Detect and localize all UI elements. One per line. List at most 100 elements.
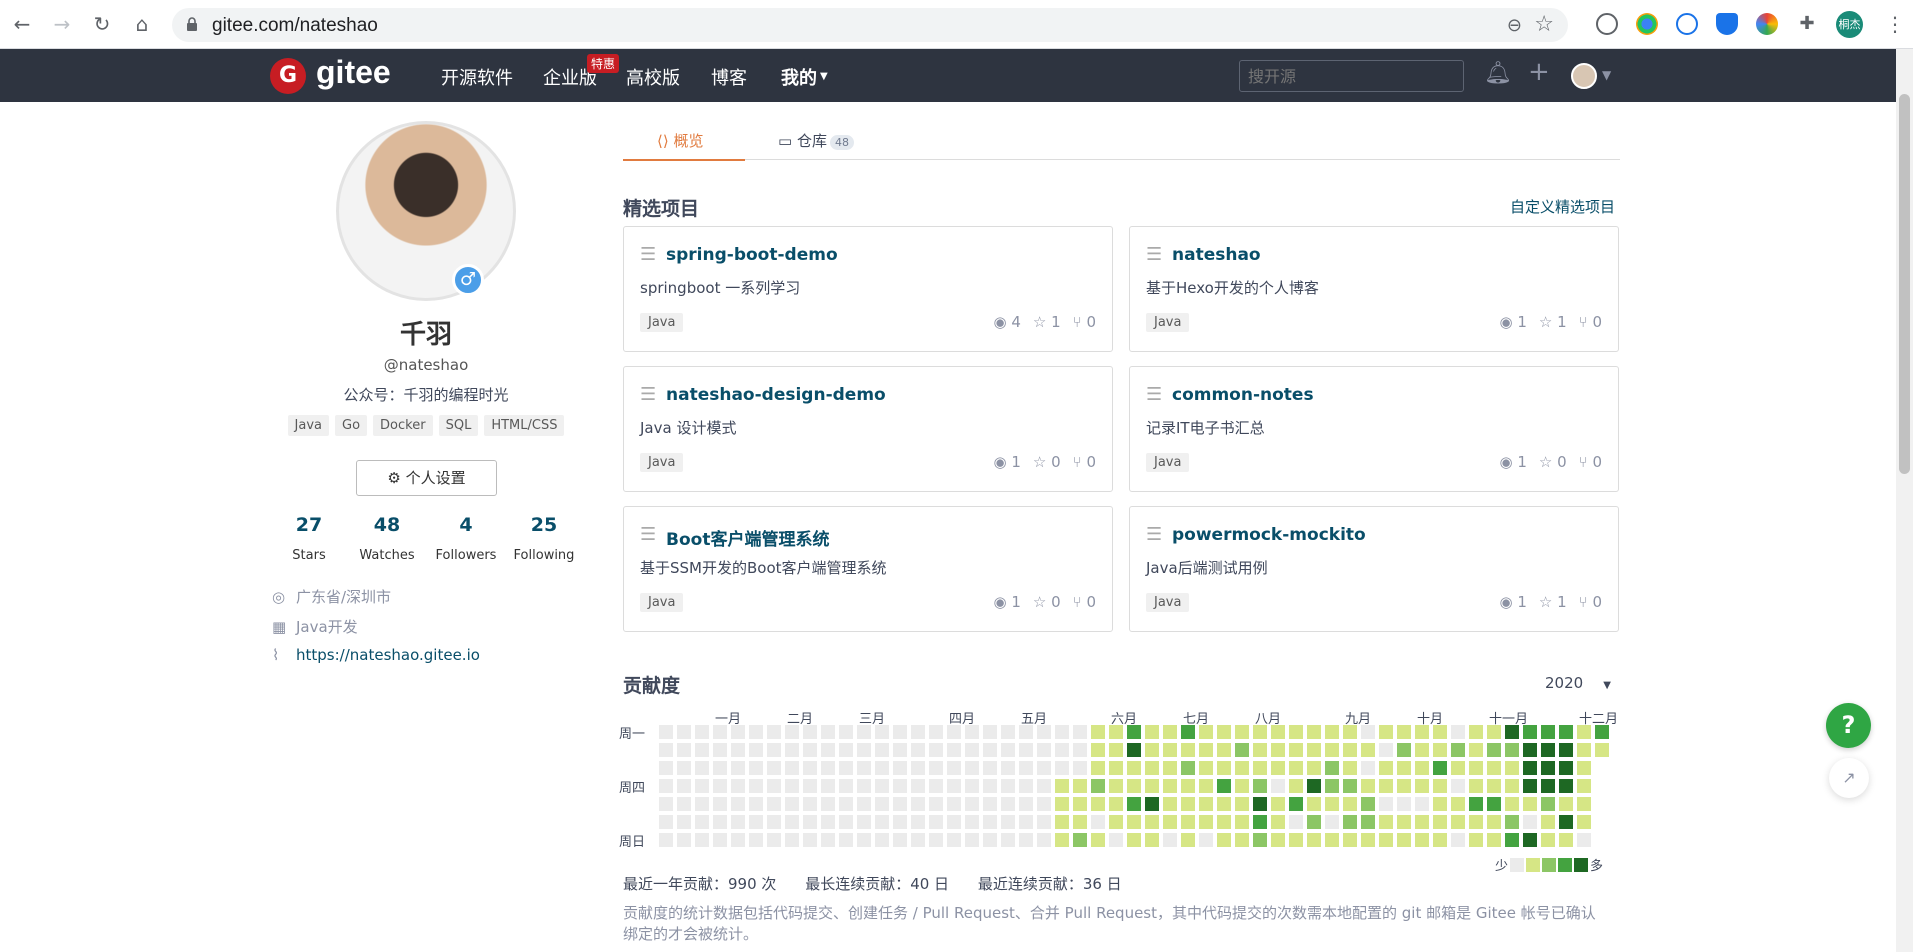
- heatmap-cell[interactable]: [1559, 779, 1573, 793]
- heatmap-cell[interactable]: [677, 779, 691, 793]
- heatmap-cell[interactable]: [1037, 725, 1051, 739]
- bell-icon[interactable]: 🔔︎: [1484, 61, 1512, 86]
- heatmap-cell[interactable]: [821, 761, 835, 775]
- heatmap-cell[interactable]: [893, 797, 907, 811]
- heatmap-cell[interactable]: [1397, 797, 1411, 811]
- heatmap-cell[interactable]: [839, 797, 853, 811]
- extensions-puzzle-icon[interactable]: ✚: [1796, 13, 1818, 35]
- heatmap-cell[interactable]: [965, 761, 979, 775]
- heatmap-cell[interactable]: [1001, 725, 1015, 739]
- nav-education[interactable]: 高校版: [626, 64, 680, 90]
- heatmap-cell[interactable]: [1019, 761, 1033, 775]
- heatmap-cell[interactable]: [1253, 761, 1267, 775]
- heatmap-cell[interactable]: [803, 725, 817, 739]
- project-card[interactable]: ☰ nateshao-design-demo Java 设计模式 Java ◉ 1 ☆ 0…: [623, 366, 1113, 492]
- heatmap-cell[interactable]: [1055, 779, 1069, 793]
- heatmap-cell[interactable]: [1217, 833, 1231, 847]
- heatmap-cell[interactable]: [1217, 779, 1231, 793]
- heatmap-cell[interactable]: [1073, 761, 1087, 775]
- heatmap-cell[interactable]: [1109, 797, 1123, 811]
- scrollbar-thumb[interactable]: [1899, 94, 1910, 474]
- heatmap-cell[interactable]: [1127, 725, 1141, 739]
- reload-icon[interactable]: ↻: [90, 12, 114, 36]
- heatmap-cell[interactable]: [1289, 833, 1303, 847]
- heatmap-cell[interactable]: [1343, 725, 1357, 739]
- heatmap-cell[interactable]: [1307, 743, 1321, 757]
- heatmap-cell[interactable]: [1379, 725, 1393, 739]
- heatmap-cell[interactable]: [1145, 815, 1159, 829]
- project-card[interactable]: ☰ spring-boot-demo springboot 一系列学习 Java ◉ 4…: [623, 226, 1113, 352]
- heatmap-cell[interactable]: [1379, 797, 1393, 811]
- heatmap-cell[interactable]: [1163, 725, 1177, 739]
- heatmap-cell[interactable]: [749, 761, 763, 775]
- heatmap-cell[interactable]: [1361, 761, 1375, 775]
- heatmap-cell[interactable]: [1361, 833, 1375, 847]
- heatmap-cell[interactable]: [1253, 797, 1267, 811]
- heatmap-cell[interactable]: [1145, 725, 1159, 739]
- heatmap-cell[interactable]: [875, 815, 889, 829]
- heatmap-cell[interactable]: [1307, 815, 1321, 829]
- heatmap-cell[interactable]: [1217, 725, 1231, 739]
- heatmap-cell[interactable]: [821, 833, 835, 847]
- heatmap-cell[interactable]: [1181, 725, 1195, 739]
- heatmap-cell[interactable]: [659, 779, 673, 793]
- nav-blog[interactable]: 博客: [711, 64, 747, 90]
- heatmap-cell[interactable]: [911, 779, 925, 793]
- heatmap-cell[interactable]: [1577, 833, 1591, 847]
- heatmap-cell[interactable]: [1001, 797, 1015, 811]
- website-link[interactable]: https://nateshao.gitee.io: [296, 646, 480, 664]
- heatmap-cell[interactable]: [695, 833, 709, 847]
- heatmap-cell[interactable]: [1469, 779, 1483, 793]
- page-scrollbar[interactable]: [1896, 49, 1913, 952]
- heatmap-cell[interactable]: [1541, 797, 1555, 811]
- heatmap-cell[interactable]: [857, 761, 871, 775]
- heatmap-cell[interactable]: [731, 761, 745, 775]
- heatmap-cell[interactable]: [1415, 797, 1429, 811]
- heatmap-cell[interactable]: [1289, 797, 1303, 811]
- heatmap-cell[interactable]: [659, 797, 673, 811]
- help-button[interactable]: ?: [1826, 703, 1871, 748]
- heatmap-cell[interactable]: [1469, 725, 1483, 739]
- heatmap-cell[interactable]: [893, 743, 907, 757]
- heatmap-cell[interactable]: [1181, 779, 1195, 793]
- heatmap-cell[interactable]: [893, 833, 907, 847]
- bookmark-star-icon[interactable]: ☆: [1534, 12, 1554, 37]
- plus-icon[interactable]: +: [1528, 57, 1550, 87]
- heatmap-cell[interactable]: [1307, 779, 1321, 793]
- heatmap-cell[interactable]: [1325, 779, 1339, 793]
- drag-handle-icon[interactable]: ☰: [1146, 384, 1162, 405]
- heatmap-cell[interactable]: [1343, 779, 1357, 793]
- heatmap-cell[interactable]: [1217, 815, 1231, 829]
- heatmap-cell[interactable]: [1163, 779, 1177, 793]
- heatmap-cell[interactable]: [1343, 815, 1357, 829]
- share-icon[interactable]: ↗: [1829, 758, 1869, 798]
- heatmap-cell[interactable]: [1055, 761, 1069, 775]
- heatmap-cell[interactable]: [911, 725, 925, 739]
- heatmap-cell[interactable]: [929, 797, 943, 811]
- heatmap-cell[interactable]: [1397, 833, 1411, 847]
- heatmap-cell[interactable]: [713, 725, 727, 739]
- heatmap-cell[interactable]: [911, 761, 925, 775]
- heatmap-cell[interactable]: [785, 797, 799, 811]
- heatmap-cell[interactable]: [875, 779, 889, 793]
- heatmap-cell[interactable]: [1577, 725, 1591, 739]
- home-icon[interactable]: ⌂: [130, 12, 154, 36]
- heatmap-cell[interactable]: [857, 725, 871, 739]
- project-title[interactable]: common-notes: [1172, 385, 1314, 405]
- heatmap-cell[interactable]: [1073, 779, 1087, 793]
- heatmap-cell[interactable]: [875, 797, 889, 811]
- heatmap-cell[interactable]: [677, 815, 691, 829]
- heatmap-cell[interactable]: [1577, 761, 1591, 775]
- heatmap-cell[interactable]: [1577, 779, 1591, 793]
- heatmap-cell[interactable]: [1379, 761, 1393, 775]
- heatmap-cell[interactable]: [1091, 725, 1105, 739]
- heatmap-cell[interactable]: [731, 815, 745, 829]
- heatmap-cell[interactable]: [1001, 815, 1015, 829]
- heatmap-cell[interactable]: [1019, 779, 1033, 793]
- heatmap-cell[interactable]: [1559, 833, 1573, 847]
- extension-globe-icon[interactable]: [1636, 13, 1658, 35]
- heatmap-cell[interactable]: [1253, 779, 1267, 793]
- heatmap-cell[interactable]: [1415, 815, 1429, 829]
- heatmap-cell[interactable]: [767, 779, 781, 793]
- heatmap-cell[interactable]: [1271, 833, 1285, 847]
